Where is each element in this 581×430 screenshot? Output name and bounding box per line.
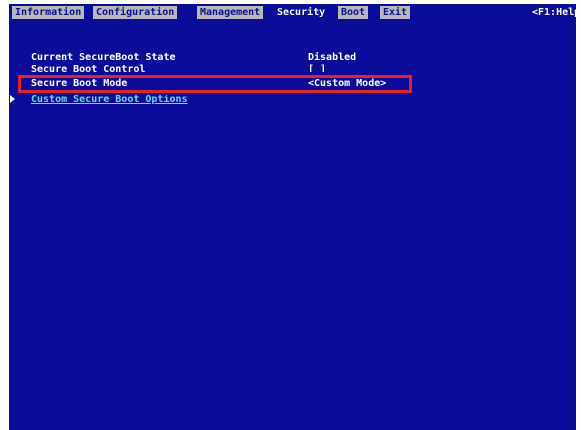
current-secureboot-state-label: Current SecureBoot State <box>31 52 176 63</box>
tab-configuration[interactable]: Configuration <box>93 6 178 19</box>
bios-screen: Information Configuration Management Sec… <box>9 4 576 430</box>
tab-exit[interactable]: Exit <box>380 6 411 19</box>
submenu-arrow-icon <box>10 95 15 103</box>
tab-information[interactable]: Information <box>12 6 85 19</box>
menu-bar: Information Configuration Management Sec… <box>9 4 576 20</box>
tab-management[interactable]: Management <box>197 6 264 19</box>
selection-highlight-box <box>18 75 412 93</box>
secure-boot-control-label[interactable]: Secure Boot Control <box>31 64 145 72</box>
secure-boot-control-value[interactable]: [ ] <box>308 64 326 72</box>
custom-secure-boot-options-link[interactable]: Custom Secure Boot Options <box>31 95 188 104</box>
current-secureboot-state-value: Disabled <box>308 52 357 63</box>
tab-boot[interactable]: Boot <box>338 6 369 19</box>
help-hint: <F1:Help <box>532 7 576 18</box>
tab-security[interactable]: Security <box>274 6 329 19</box>
